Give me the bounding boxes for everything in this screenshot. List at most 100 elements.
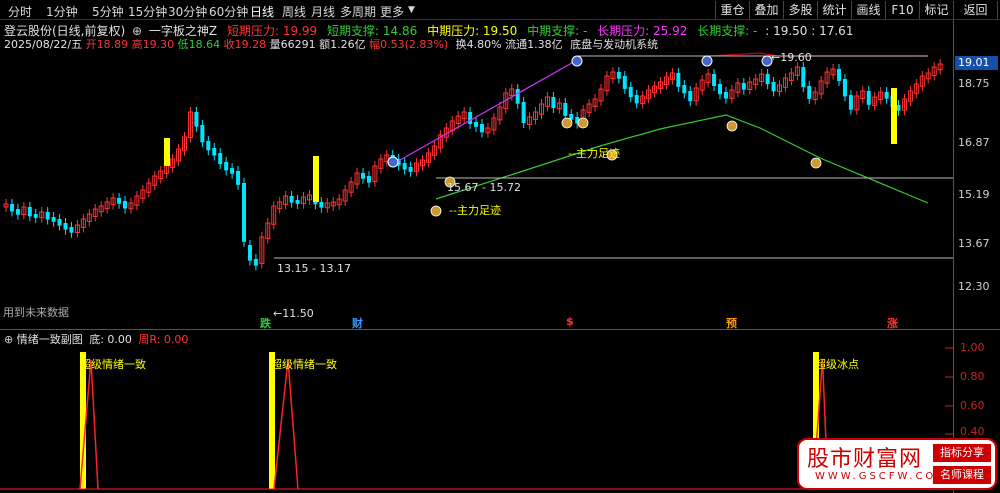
candle-body [224, 162, 229, 171]
period-tab-60min[interactable]: 60分钟 [209, 3, 248, 20]
heavy-position-button[interactable]: 重仓 [715, 1, 749, 19]
candle-body [807, 86, 812, 99]
signal-bar [164, 138, 170, 166]
period-tab-more[interactable]: 更多 [380, 3, 404, 20]
candle-body [15, 209, 20, 215]
quote-info-row: 2025/08/22/五 开18.89 高19.30 低18.64 收19.28… [4, 36, 949, 51]
range-mid-label: 15.67 - 15.72 [447, 181, 521, 194]
signal-label: 超级冰点 [815, 358, 859, 371]
low-point-label: ←11.50 [273, 307, 314, 320]
candle-body [866, 91, 871, 105]
period-tab-5min[interactable]: 5分钟 [92, 3, 124, 20]
draw-line-button[interactable]: 画线 [851, 1, 885, 19]
footprint-label: --主力足迹 [449, 204, 501, 217]
signal-label: 超级情绪一致 [80, 358, 146, 371]
sub-y-tick: 1.00 [960, 341, 985, 354]
candle-body [230, 168, 235, 174]
candle-body [117, 198, 122, 204]
overlay-button[interactable]: 叠加 [749, 1, 783, 19]
candle-body [718, 84, 722, 95]
site-watermark-logo: 股市财富网 WWW.GSCFW.COM 指标分享 名师课程 [797, 438, 997, 490]
more-chevron-icon[interactable]: ▼ [408, 5, 415, 15]
candle-body [515, 89, 520, 104]
candle-body [206, 141, 211, 151]
money-bag-icon [577, 117, 589, 129]
signal-bar [269, 352, 275, 489]
candle-body [212, 148, 217, 156]
candle-body [27, 207, 32, 217]
candle-body [218, 153, 223, 165]
candle-body [842, 79, 847, 97]
sentiment-spike [273, 359, 299, 490]
y-tick: 13.67 [958, 237, 990, 250]
statistics-button[interactable]: 统计 [817, 1, 851, 19]
candle-body [253, 259, 258, 266]
signal-bar [891, 88, 897, 144]
candle-body [361, 173, 365, 179]
period-tab-fenshi[interactable]: 分时 [8, 3, 32, 20]
candle-body [628, 87, 633, 98]
candle-body [712, 74, 717, 86]
candle-body [682, 85, 687, 94]
y-tick: 18.75 [958, 77, 990, 90]
candle-body [480, 124, 484, 133]
candle-body [474, 122, 479, 127]
candle-body [236, 171, 241, 185]
future-data-note: 用到未来数据 [3, 306, 69, 319]
candle-body [319, 202, 324, 208]
face-marker-icon [701, 55, 713, 67]
back-button[interactable]: 返回 [953, 1, 998, 19]
sub-y-tick: 0.40 [960, 425, 985, 438]
candle-body [771, 82, 776, 92]
sub-y-tick: 0.60 [960, 399, 985, 412]
multi-stock-button[interactable]: 多股 [783, 1, 817, 19]
candle-body [366, 176, 371, 183]
face-marker-icon [571, 55, 583, 67]
candle-body [408, 167, 413, 172]
f10-button[interactable]: F10 [885, 1, 919, 19]
period-tab-15min[interactable]: 15分钟 [128, 3, 167, 20]
watermark-url: WWW.GSCFW.COM [815, 471, 948, 482]
current-price-tag: 19.01 [955, 56, 998, 70]
range-low-label: 13.15 - 13.17 [277, 262, 351, 275]
face-marker-icon [387, 156, 399, 168]
candle-body [616, 72, 621, 79]
candle-body [57, 219, 62, 226]
candle-body [33, 214, 38, 218]
period-tab-daily[interactable]: 日线 [250, 3, 274, 20]
candle-body [200, 125, 205, 143]
candle-body [801, 67, 806, 88]
watermark-tag-share: 指标分享 [933, 444, 991, 462]
candle-body [51, 217, 56, 222]
candle-body [402, 163, 407, 170]
stock-chart-app: { "periods": ["分时","1分钟","5分钟","15分钟","3… [0, 0, 1000, 493]
candle-body [194, 112, 199, 127]
candle-body [884, 92, 889, 99]
y-tick: 12.30 [958, 280, 990, 293]
period-tab-1min[interactable]: 1分钟 [46, 3, 78, 20]
watermark-name: 股市财富网 [807, 447, 923, 472]
money-bag-icon [810, 157, 822, 169]
candle-body [123, 201, 127, 209]
period-tab-30min[interactable]: 30分钟 [168, 3, 207, 20]
candle-body [723, 92, 728, 99]
candle-body [247, 245, 252, 261]
y-tick: 15.19 [958, 188, 990, 201]
y-tick: 16.87 [958, 136, 990, 149]
candle-body [45, 212, 50, 220]
mark-button[interactable]: 标记 [919, 1, 953, 19]
signal-label: 超级情绪一致 [271, 358, 337, 371]
money-bag-icon [430, 205, 442, 217]
signal-bar [313, 156, 319, 202]
period-tab-weekly[interactable]: 周线 [282, 3, 306, 20]
period-tab-monthly[interactable]: 月线 [311, 3, 335, 20]
candle-body [63, 223, 68, 230]
event-marker-dividend[interactable]: $ [566, 315, 574, 328]
money-bag-icon [561, 117, 573, 129]
candle-body [765, 74, 770, 85]
candle-body [848, 95, 853, 110]
candle-body [468, 112, 473, 124]
period-tab-multi[interactable]: 多周期 [340, 3, 376, 20]
candle-body [837, 69, 841, 81]
candle-body [69, 227, 74, 233]
